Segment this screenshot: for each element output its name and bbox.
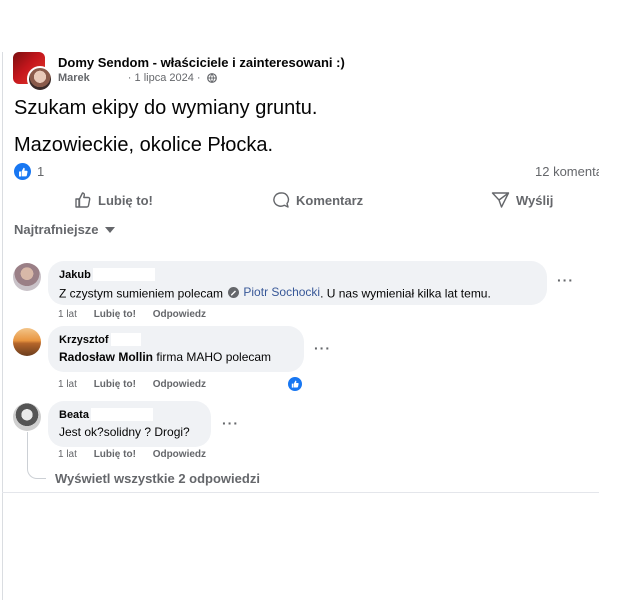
comment-count-link[interactable]: 12 komentarzy [535, 164, 599, 179]
comment-reply-link[interactable]: Odpowiedz [153, 449, 206, 460]
mention-name: Piotr Sochocki [243, 285, 321, 299]
mention-link[interactable]: Piotr Sochocki [226, 285, 320, 299]
post-text-line-1: Szukam ekipy do wymiany gruntu. [14, 97, 318, 119]
reactions-summary[interactable]: 1 [14, 163, 44, 180]
comment-bubble: Beata Jest ok?solidny ? Drogi? [48, 401, 211, 447]
like-button-label: Lubię to! [98, 192, 153, 208]
comment-bubble-icon [273, 192, 290, 208]
comment-author[interactable]: Jakub [59, 269, 91, 281]
comment-options-icon[interactable]: ··· [222, 415, 239, 431]
reaction-count: 1 [37, 164, 45, 179]
redaction-block [90, 408, 153, 421]
redaction-block [92, 268, 155, 281]
reply-thread-connector [27, 432, 46, 479]
like-button[interactable]: Lubię to! [74, 190, 153, 210]
comment-like-reaction-icon[interactable] [287, 376, 303, 392]
redaction-block [110, 333, 141, 346]
commenter-avatar[interactable] [13, 403, 41, 431]
send-button-label: Wyślij [516, 192, 554, 208]
send-button[interactable]: Wyślij [491, 190, 553, 210]
view-replies-link[interactable]: Wyświetl wszystkie 2 odpowiedzi [55, 471, 260, 486]
comment-sort-dropdown[interactable]: Najtrafniejsze [14, 222, 115, 237]
comment-time[interactable]: 1 lat [58, 309, 77, 320]
comment-button-label: Komentarz [296, 192, 364, 208]
comment-text: Radosław Mollin firma MAHO polecam [59, 350, 293, 364]
post-bottom-divider [2, 492, 599, 493]
comment-author-row: Jakub [59, 268, 536, 281]
author-avatar[interactable] [27, 66, 53, 92]
like-reaction-icon [14, 163, 31, 180]
globe-icon [206, 73, 217, 83]
comment-like-link[interactable]: Lubię to! [94, 449, 136, 460]
comment-time[interactable]: 1 lat [58, 379, 77, 390]
sort-label: Najtrafniejsze [14, 222, 99, 237]
comment-text: Z czystym sumieniem polecam Piotr Sochoc… [59, 285, 536, 301]
caret-down-icon [104, 227, 115, 233]
author-name-link[interactable]: Marek [58, 72, 90, 84]
comment-text-start: Z czystym sumieniem polecam [59, 286, 224, 301]
comment-author[interactable]: Krzysztof [59, 334, 109, 346]
comment-text: Jest ok?solidny ? Drogi? [59, 425, 190, 439]
comment-reply-link[interactable]: Odpowiedz [153, 309, 206, 320]
comment-meta: 1 lat Lubię to! Odpowiedz [58, 379, 220, 390]
comment-options-icon[interactable]: ··· [557, 272, 574, 288]
comment-bubble: Krzysztof Radosław Mollin firma MAHO pol… [48, 326, 304, 372]
mention-link[interactable]: Radosław Mollin [59, 350, 153, 364]
comment-text-end: firma MAHO polecam [156, 350, 272, 364]
group-name-link[interactable]: Domy Sendom - właściciele i zainteresowa… [58, 55, 345, 70]
comment-like-link[interactable]: Lubię to! [94, 379, 136, 390]
comment-reply-link[interactable]: Odpowiedz [153, 379, 206, 390]
send-icon [491, 192, 510, 208]
post-meta: Marek · 1 lipca 2024 · [58, 72, 217, 84]
comment-author-row: Krzysztof [59, 333, 293, 346]
commenter-avatar[interactable] [13, 328, 41, 356]
comment-text-end: . U nas wymieniał kilka lat temu. [320, 286, 491, 301]
comment-time[interactable]: 1 lat [58, 449, 77, 460]
comment-bubble: Jakub Z czystym sumieniem polecam Piotr … [48, 261, 547, 305]
comment-author[interactable]: Beata [59, 409, 89, 421]
comment-options-icon[interactable]: ··· [314, 340, 331, 356]
comment-button[interactable]: Komentarz [272, 190, 363, 210]
comment-meta: 1 lat Lubię to! Odpowiedz [58, 449, 220, 460]
profile-badge-icon [228, 286, 240, 298]
thumbs-up-icon [75, 192, 91, 208]
comment-author-row: Beata [59, 408, 200, 421]
post-left-border [2, 52, 3, 600]
commenter-avatar[interactable] [13, 263, 41, 291]
comment-like-link[interactable]: Lubię to! [94, 309, 136, 320]
post-text-line-2: Mazowieckie, okolice Płocka. [14, 134, 273, 156]
post-date[interactable]: · 1 lipca 2024 · [128, 72, 201, 84]
comment-meta: 1 lat Lubię to! Odpowiedz [58, 309, 220, 320]
